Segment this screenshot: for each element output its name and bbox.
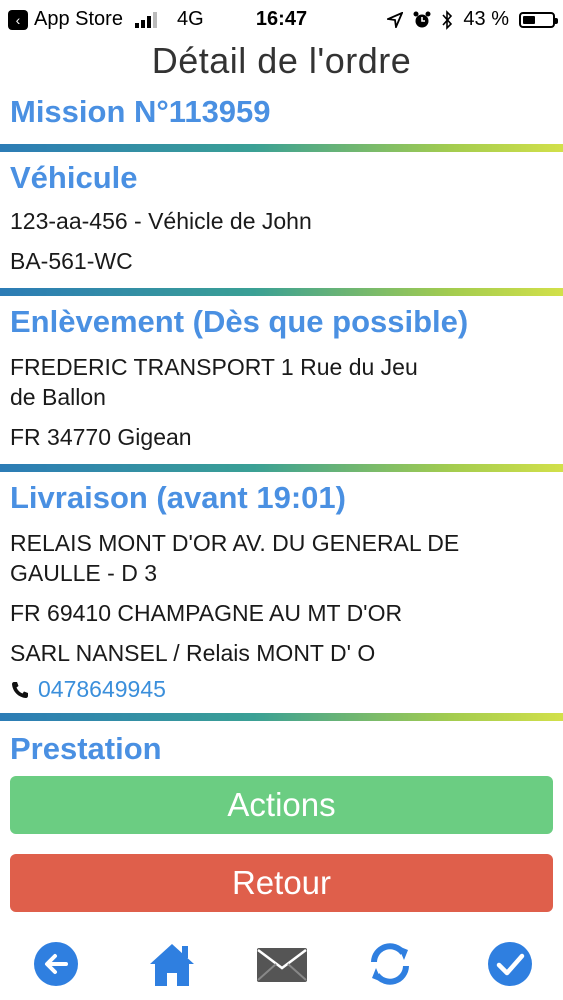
home-icon[interactable]: [146, 938, 198, 990]
livraison-title: Livraison (avant 19:01): [10, 480, 346, 515]
mission-section: Mission N°113959: [0, 94, 563, 130]
status-right: 43 %: [387, 8, 558, 31]
delivery-phone-link[interactable]: 0478649945: [38, 676, 166, 703]
section-divider: [0, 288, 563, 296]
actions-button[interactable]: Actions: [10, 776, 553, 834]
delivery-address-line2: GAULLE - D 3: [10, 560, 157, 586]
bottom-toolbar: [0, 930, 563, 996]
enlevement-section: Enlèvement (Dès que possible) FREDERIC T…: [0, 296, 563, 452]
vehicule-line: 123-aa-456 - Véhicle de John: [10, 208, 312, 234]
phone-icon: [12, 681, 28, 698]
delivery-city: FR 69410 CHAMPAGNE AU MT D'OR: [10, 600, 403, 626]
delivery-company: SARL NANSEL / Relais MONT D' O: [10, 640, 376, 666]
sync-icon[interactable]: [364, 938, 416, 990]
prestation-title: Prestation: [10, 731, 162, 766]
prestation-section: Prestation: [0, 721, 563, 767]
battery-percent: 43 %: [463, 8, 509, 30]
back-arrow-icon[interactable]: [30, 938, 82, 990]
pickup-address-line1: FREDERIC TRANSPORT 1 Rue du Jeu: [10, 354, 418, 380]
vehicule-plate: BA-561-WC: [10, 248, 133, 274]
section-divider: [0, 464, 563, 472]
bluetooth-icon: [442, 9, 453, 30]
status-bar: ‹ App Store 4G 16:47 43 %: [0, 0, 563, 40]
delivery-address-line1: RELAIS MONT D'OR AV. DU GENERAL DE: [10, 530, 460, 556]
section-divider: [0, 144, 563, 152]
pickup-city: FR 34770 Gigean: [10, 424, 192, 450]
section-divider: [0, 713, 563, 721]
mission-title: Mission N°113959: [10, 94, 271, 129]
vehicule-section: Véhicule 123-aa-456 - Véhicle de John BA…: [0, 152, 563, 276]
location-icon: [387, 11, 404, 28]
enlevement-title: Enlèvement (Dès que possible): [10, 304, 469, 339]
livraison-section: Livraison (avant 19:01) RELAIS MONT D'OR…: [0, 472, 563, 703]
mail-icon[interactable]: [254, 938, 307, 990]
order-detail-content[interactable]: Mission N°113959 Véhicule 123-aa-456 - V…: [0, 90, 563, 780]
page-title: Détail de l'ordre: [151, 40, 412, 81]
vehicule-title: Véhicule: [10, 160, 138, 195]
alarm-icon: [413, 11, 431, 27]
check-icon[interactable]: [484, 938, 536, 990]
delivery-phone-row[interactable]: 0478649945: [0, 676, 563, 703]
pickup-address-line2: de Ballon: [10, 384, 106, 410]
retour-button[interactable]: Retour: [10, 854, 553, 912]
battery-icon: [519, 11, 558, 28]
